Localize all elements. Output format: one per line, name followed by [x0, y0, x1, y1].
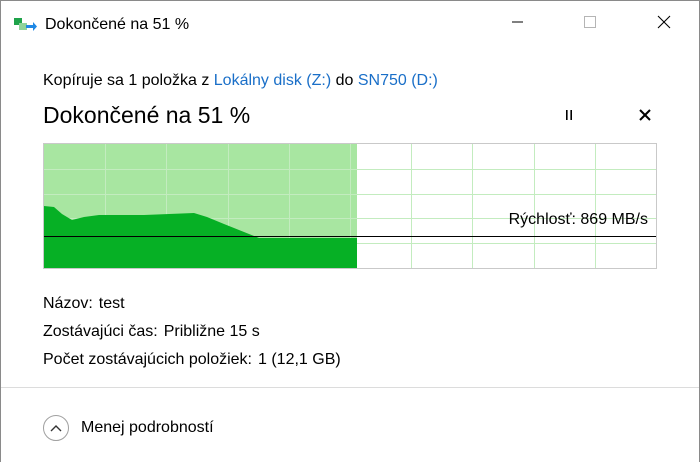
close-button[interactable]: [641, 1, 687, 47]
time-remaining-value: Približne 15 s: [163, 323, 260, 340]
progress-heading: Dokončené na 51 %: [43, 102, 251, 128]
minimize-button[interactable]: [495, 1, 541, 47]
copy-description: Kopíruje sa 1 položka z Lokálny disk (Z:…: [43, 71, 438, 91]
footer: Menej podrobností: [1, 387, 699, 462]
speed-label: Rýchlosť: 869 MB/s: [508, 211, 648, 228]
items-remaining-row: Počet zostávajúcich položiek: 1 (12,1 GB): [43, 346, 341, 374]
chevron-up-icon: [43, 415, 69, 441]
speed-graph: Rýchlosť: 869 MB/s: [43, 143, 657, 269]
fewer-details-toggle[interactable]: Menej podrobností: [43, 414, 214, 442]
source-link[interactable]: Lokálny disk (Z:): [214, 72, 331, 89]
window-title: Dokončené na 51 %: [45, 16, 190, 33]
details-panel: Názov: test Zostávajúci čas: Približne 15 …: [43, 290, 341, 374]
maximize-icon: [583, 15, 597, 34]
pause-icon: [563, 108, 575, 126]
items-remaining-label: Počet zostávajúcich položiek:: [43, 351, 252, 368]
time-remaining-row: Zostávajúci čas: Približne 15 s: [43, 318, 341, 346]
fewer-details-label: Menej podrobností: [81, 419, 214, 436]
pause-button[interactable]: [553, 105, 585, 129]
name-label: Názov:: [43, 295, 93, 312]
destination-link[interactable]: SN750 (D:): [358, 72, 438, 89]
minimize-icon: [512, 15, 524, 33]
copy-prefix: Kopíruje sa 1 položka z: [43, 72, 210, 89]
close-icon: [657, 15, 671, 34]
speed-graph-canvas: [44, 144, 656, 268]
file-copy-icon: [13, 16, 37, 34]
maximize-button[interactable]: [567, 1, 613, 47]
time-remaining-label: Zostávajúci čas:: [43, 323, 158, 340]
items-remaining-value: 1 (12,1 GB): [258, 351, 341, 368]
cancel-button[interactable]: [629, 105, 661, 129]
name-value: test: [98, 295, 125, 312]
name-row: Názov: test: [43, 290, 341, 318]
title-bar[interactable]: Dokončené na 51 %: [1, 1, 699, 47]
copy-progress-window: Dokončené na 51 % Kopíruje sa 1 položka …: [0, 0, 700, 462]
cancel-icon: [638, 108, 652, 127]
copy-connector: do: [335, 72, 354, 89]
